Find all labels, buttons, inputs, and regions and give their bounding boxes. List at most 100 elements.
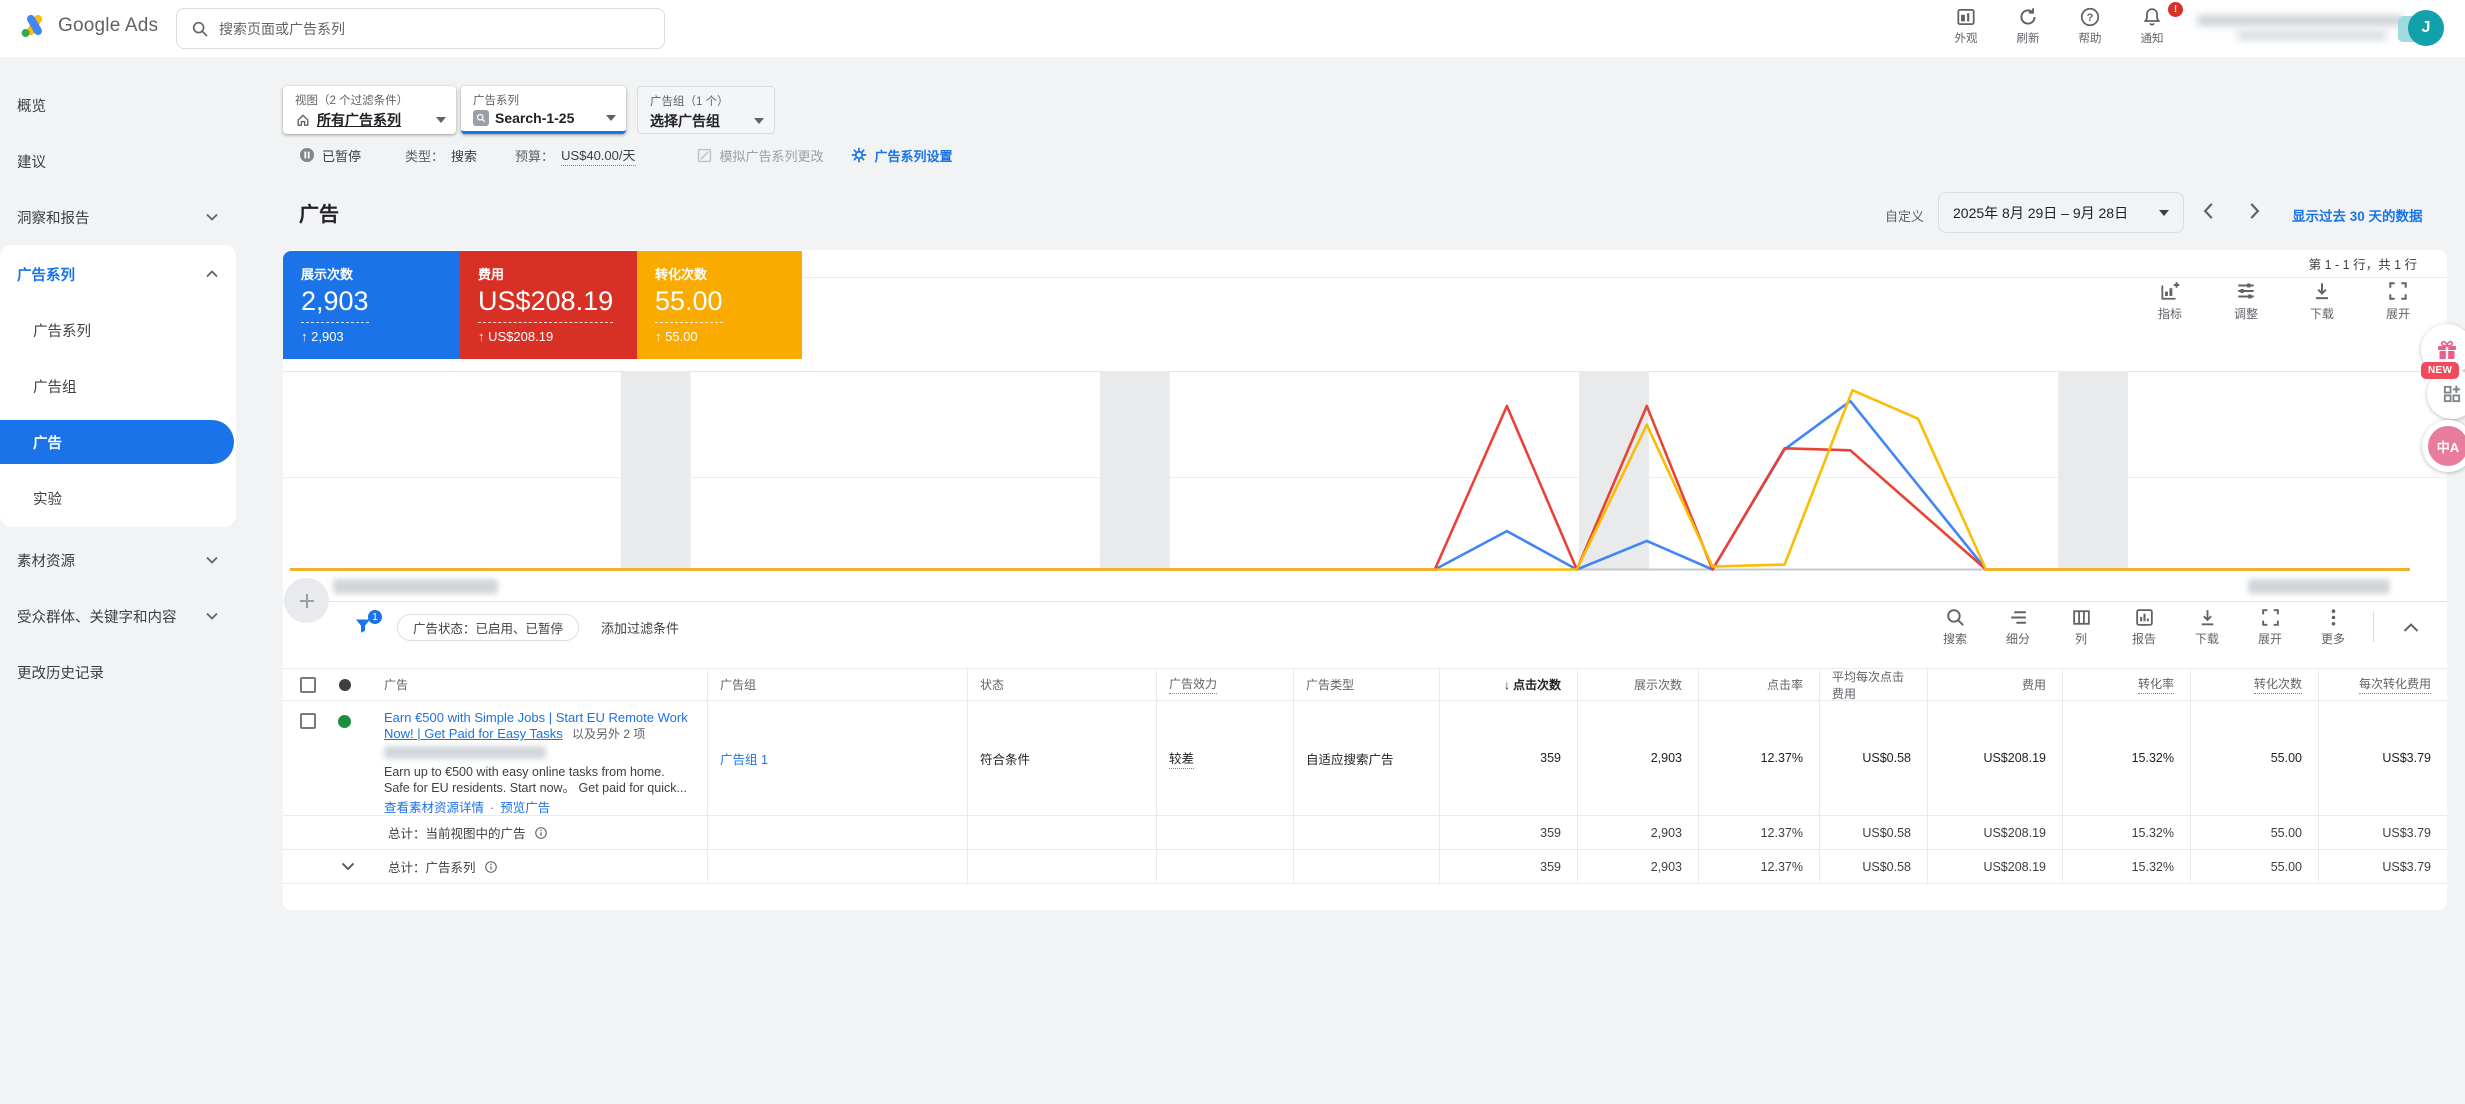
chevron-down-icon[interactable]: [341, 862, 355, 871]
trend-chart-svg[interactable]: [290, 371, 2410, 571]
show-last-30-days-link[interactable]: 显示过去 30 天的数据: [2292, 205, 2423, 225]
sidebar-item-ads-selected[interactable]: 广告: [0, 420, 234, 464]
columns-button[interactable]: 列: [2058, 607, 2104, 647]
ad-row-cell-ad-strength[interactable]: 较差: [1156, 701, 1293, 816]
collapse-table-button[interactable]: [2391, 607, 2431, 647]
sidebar-item-recommendations[interactable]: 建议: [0, 133, 236, 189]
total-cell-cost: US$208.19: [1927, 850, 2062, 884]
sidebar-item-insights-reports[interactable]: 洞察和报告: [0, 189, 236, 245]
total-cell-ad: 总计：当前视图中的广告: [283, 816, 707, 850]
avatar[interactable]: J: [2408, 10, 2444, 46]
ad-title-link[interactable]: Earn €500 with Simple Jobs | Start EU Re…: [384, 710, 689, 742]
header-cell-ad-strength[interactable]: 广告效力: [1156, 668, 1293, 701]
refresh-button[interactable]: 刷新: [2004, 6, 2052, 46]
campaign-settings-button[interactable]: 广告系列设置: [850, 146, 953, 165]
header-cell-cost-per-conv[interactable]: 每次转化费用: [2318, 668, 2447, 701]
ad-status-filter-chip[interactable]: 广告状态：已启用、已暂停: [397, 614, 579, 641]
view-picker[interactable]: 视图（2 个过滤条件） 所有广告系列: [283, 86, 456, 134]
global-search[interactable]: [176, 8, 665, 49]
total-cell-ctr: 12.37%: [1698, 816, 1819, 850]
topbar: Google Ads 外观 刷新 ?: [0, 0, 2465, 57]
ad-row-cell-ad-group[interactable]: 广告组 1: [707, 701, 967, 816]
next-period-button[interactable]: [2243, 200, 2265, 222]
header-cell-avg-cpc[interactable]: 平均每次点击费用: [1819, 668, 1927, 701]
header-cell-conv-rate[interactable]: 转化率: [2062, 668, 2190, 701]
x-axis-label-redacted: [2248, 579, 2390, 594]
view-asset-details-link[interactable]: 查看素材资源详情: [384, 801, 484, 815]
header-cell-impressions[interactable]: 展示次数: [1577, 668, 1698, 701]
chevron-up-icon: [2403, 622, 2419, 633]
select-all-checkbox[interactable]: [300, 677, 316, 693]
help-button[interactable]: ? 帮助: [2066, 6, 2114, 46]
add-button[interactable]: [284, 578, 329, 623]
sidebar-item-campaigns-section[interactable]: 广告系列: [0, 246, 236, 302]
ad-row-cell-cost: US$208.19: [1927, 701, 2062, 816]
header-cell-ad-type[interactable]: 广告类型: [1293, 668, 1439, 701]
appearance-button[interactable]: 外观: [1942, 6, 1990, 46]
ad-group-picker[interactable]: 广告组（1 个） 选择广告组: [637, 86, 775, 134]
sidebar-item-ad-groups[interactable]: 广告组: [0, 358, 236, 414]
bell-icon: [2141, 6, 2163, 28]
campaign-budget[interactable]: 预算： US$40.00/天: [515, 145, 635, 166]
info-icon-button[interactable]: [484, 860, 498, 874]
ad-row-cell-cost-per-conv: US$3.79: [2318, 701, 2447, 816]
sliders-icon: [2235, 280, 2257, 302]
info-icon-button[interactable]: [534, 826, 548, 840]
sidebar-item-assets[interactable]: 素材资源: [0, 532, 236, 588]
caret-down-icon: [436, 117, 446, 123]
x-axis-label-redacted: [333, 579, 498, 594]
info-icon: [484, 860, 498, 874]
expand-total-button[interactable]: [341, 862, 355, 871]
scorecard-conversions[interactable]: 转化次数 55.00 ↑ 55.00: [637, 251, 802, 359]
chevron-down-icon: [206, 556, 218, 564]
header-cell-cost[interactable]: 费用: [1927, 668, 2062, 701]
table-download-button[interactable]: 下载: [2184, 607, 2230, 647]
adjust-button[interactable]: 调整: [2221, 280, 2271, 322]
header-cell-clicks[interactable]: ↓点击次数: [1439, 668, 1577, 701]
campaign-picker[interactable]: 广告系列 Search-1-25: [461, 86, 626, 134]
total-row-ads-in-view: 总计：当前视图中的广告3592,90312.37%US$0.58US$208.1…: [283, 816, 2447, 850]
report-button[interactable]: 报告: [2121, 607, 2167, 647]
filters-button[interactable]: 1: [353, 616, 375, 638]
campaign-status[interactable]: 已暂停: [299, 146, 361, 165]
notifications-button[interactable]: ! 通知: [2128, 6, 2176, 46]
svg-text:?: ?: [2087, 12, 2094, 24]
help-icon: ?: [2079, 6, 2101, 28]
sidebar-item-change-history[interactable]: 更改历史记录: [0, 644, 236, 700]
date-range-picker[interactable]: 2025年 8月 29日 – 9月 28日: [1938, 192, 2184, 233]
campaign-type: 类型： 搜索: [405, 146, 477, 165]
add-filter-button[interactable]: 添加过滤条件: [601, 618, 679, 637]
sidebar-item-overview[interactable]: 概览: [0, 77, 236, 133]
table-search-button[interactable]: 搜索: [1932, 607, 1978, 647]
header-cell-ctr[interactable]: 点击率: [1698, 668, 1819, 701]
ads-table: 广告广告组状态广告效力广告类型↓点击次数展示次数点击率平均每次点击费用费用转化率…: [283, 668, 2447, 884]
chart-download-button[interactable]: 下载: [2297, 280, 2347, 322]
chart-expand-button[interactable]: 展开: [2373, 280, 2423, 322]
table-expand-button[interactable]: 展开: [2247, 607, 2293, 647]
row-checkbox[interactable]: [300, 713, 316, 729]
simulate-changes-button: 模拟广告系列更改: [696, 146, 824, 165]
more-button: 更多: [2310, 607, 2356, 647]
translate-button[interactable]: 中A: [2422, 420, 2465, 472]
total-cell-impressions: 2,903: [1577, 816, 1698, 850]
sidebar-item-audiences-keywords-content[interactable]: 受众群体、关键字和内容: [0, 588, 236, 644]
preview-ad-link[interactable]: 预览广告: [500, 801, 550, 815]
header-cell-conversions[interactable]: 转化次数: [2190, 668, 2318, 701]
previous-period-button[interactable]: [2198, 200, 2220, 222]
search-input[interactable]: [219, 21, 650, 37]
campaign-status-bar: 已暂停 类型： 搜索 预算： US$40.00/天 模拟广告系列更改 广告系列设…: [299, 142, 953, 168]
metrics-button[interactable]: 指标: [2145, 280, 2195, 322]
table-header-row: 广告广告组状态广告效力广告类型↓点击次数展示次数点击率平均每次点击费用费用转化率…: [283, 668, 2447, 701]
total-cell-avg-cpc: US$0.58: [1819, 816, 1927, 850]
google-ads-logo[interactable]: Google Ads: [20, 13, 158, 39]
notification-badge: !: [2168, 2, 2183, 17]
segment-button[interactable]: 细分: [1995, 607, 2041, 647]
expand-icon: [2387, 280, 2409, 302]
scorecard-cost[interactable]: 费用 US$208.19 ↑ US$208.19: [460, 251, 637, 359]
scorecard-impressions[interactable]: 展示次数 2,903 ↑ 2,903: [283, 251, 460, 359]
sidebar-item-campaigns[interactable]: 广告系列: [0, 302, 236, 358]
header-cell-status[interactable]: 状态: [967, 668, 1156, 701]
header-cell-ad-group[interactable]: 广告组: [707, 668, 967, 701]
sidebar-item-experiments[interactable]: 实验: [0, 470, 236, 526]
ad-group-link[interactable]: 广告组 1: [720, 749, 768, 768]
